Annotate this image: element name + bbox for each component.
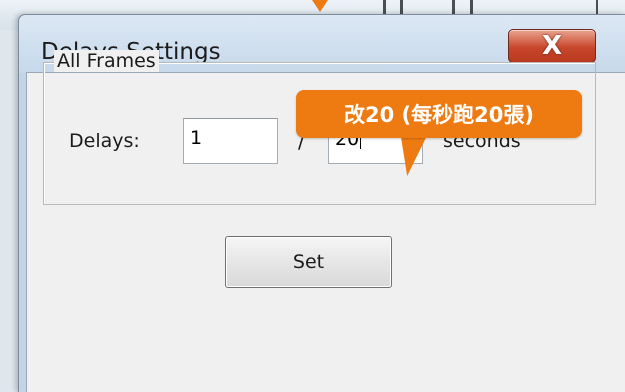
annotation-callout: 改20 (每秒跑20張): [296, 90, 582, 138]
delay-numerator-value: 1: [190, 127, 203, 149]
callout-text: 改20 (每秒跑20張): [344, 103, 534, 127]
set-button[interactable]: Set: [225, 236, 392, 288]
group-label: All Frames: [54, 50, 159, 72]
close-button[interactable]: X: [508, 29, 596, 63]
delays-label: Delays:: [69, 130, 140, 152]
close-icon: X: [541, 31, 563, 61]
delay-numerator-input[interactable]: 1: [183, 118, 278, 164]
arrow-down-icon: [312, 0, 328, 12]
set-button-label: Set: [292, 251, 325, 273]
